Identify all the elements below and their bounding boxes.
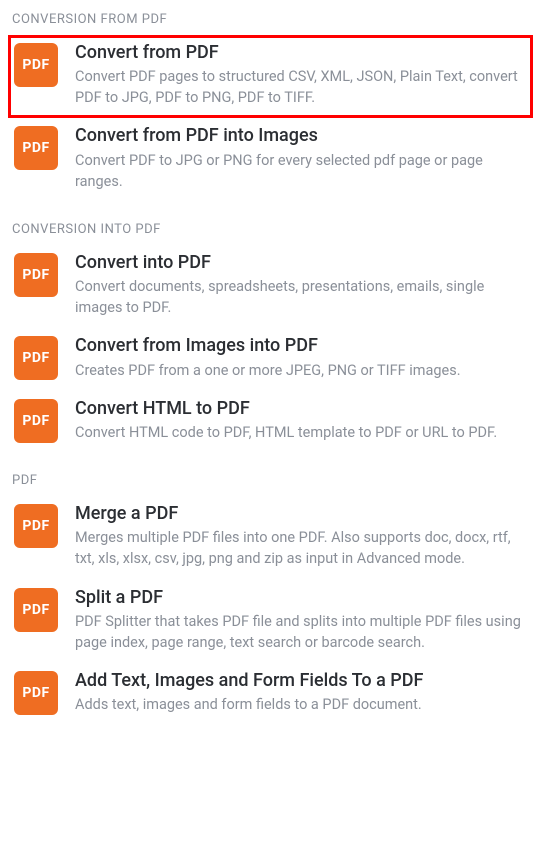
list-item-merge-pdf[interactable]: PDF Merge a PDFMerges multiple PDF files … bbox=[8, 496, 533, 579]
item-description: PDF Splitter that takes PDF file and spl… bbox=[75, 611, 527, 653]
section: CONVERSION INTO PDFPDFConvert into PDFCo… bbox=[8, 218, 533, 453]
item-description: Convert PDF pages to structured CSV, XML… bbox=[75, 66, 527, 108]
pdf-icon: PDF bbox=[14, 588, 58, 632]
pdf-icon: PDF bbox=[14, 504, 58, 548]
pdf-icon: PDF bbox=[14, 336, 58, 380]
item-title: Convert into PDF bbox=[75, 251, 527, 276]
section: CONVERSION FROM PDFPDFConvert from PDFCo… bbox=[8, 8, 533, 202]
item-title: Convert from PDF into Images bbox=[75, 124, 527, 149]
item-description: Convert HTML code to PDF, HTML template … bbox=[75, 422, 527, 443]
item-content: Convert from Images into PDFCreates PDF … bbox=[75, 334, 527, 380]
item-content: Merge a PDFMerges multiple PDF files int… bbox=[75, 502, 527, 569]
item-title: Merge a PDF bbox=[75, 502, 527, 527]
item-content: Add Text, Images and Form Fields To a PD… bbox=[75, 669, 527, 715]
item-content: Convert from PDF into ImagesConvert PDF … bbox=[75, 124, 527, 191]
section-header: CONVERSION INTO PDF bbox=[8, 218, 533, 245]
item-description: Convert PDF to JPG or PNG for every sele… bbox=[75, 150, 527, 192]
list-item-convert-into-pdf[interactable]: PDF Convert into PDFConvert documents, sp… bbox=[8, 245, 533, 328]
list-item-convert-from-pdf[interactable]: PDF Convert from PDFConvert PDF pages to … bbox=[8, 35, 533, 118]
item-title: Convert HTML to PDF bbox=[75, 397, 527, 422]
list-item-add-text-images-form-fields[interactable]: PDF Add Text, Images and Form Fields To a… bbox=[8, 663, 533, 725]
item-title: Split a PDF bbox=[75, 586, 527, 611]
section-header: CONVERSION FROM PDF bbox=[8, 8, 533, 35]
pdf-icon: PDF bbox=[14, 253, 58, 297]
item-title: Add Text, Images and Form Fields To a PD… bbox=[75, 669, 527, 694]
item-description: Creates PDF from a one or more JPEG, PNG… bbox=[75, 360, 527, 381]
list-item-convert-html-to-pdf[interactable]: PDF Convert HTML to PDFConvert HTML code … bbox=[8, 391, 533, 453]
item-description: Convert documents, spreadsheets, present… bbox=[75, 276, 527, 318]
list-item-convert-from-pdf-images[interactable]: PDF Convert from PDF into ImagesConvert P… bbox=[8, 118, 533, 201]
item-content: Convert from PDFConvert PDF pages to str… bbox=[75, 41, 527, 108]
pdf-icon: PDF bbox=[14, 126, 58, 170]
item-content: Split a PDFPDF Splitter that takes PDF f… bbox=[75, 586, 527, 653]
section-header: PDF bbox=[8, 469, 533, 496]
pdf-icon: PDF bbox=[14, 399, 58, 443]
item-content: Convert into PDFConvert documents, sprea… bbox=[75, 251, 527, 318]
item-title: Convert from Images into PDF bbox=[75, 334, 527, 359]
pdf-icon: PDF bbox=[14, 43, 58, 87]
list-item-split-pdf[interactable]: PDF Split a PDFPDF Splitter that takes PD… bbox=[8, 580, 533, 663]
item-title: Convert from PDF bbox=[75, 41, 527, 66]
list-item-convert-images-into-pdf[interactable]: PDF Convert from Images into PDFCreates P… bbox=[8, 328, 533, 390]
item-description: Adds text, images and form fields to a P… bbox=[75, 694, 527, 715]
item-description: Merges multiple PDF files into one PDF. … bbox=[75, 527, 527, 569]
pdf-icon: PDF bbox=[14, 671, 58, 715]
item-content: Convert HTML to PDFConvert HTML code to … bbox=[75, 397, 527, 443]
section: PDF PDF Merge a PDFMerges multiple PDF fil… bbox=[8, 469, 533, 725]
